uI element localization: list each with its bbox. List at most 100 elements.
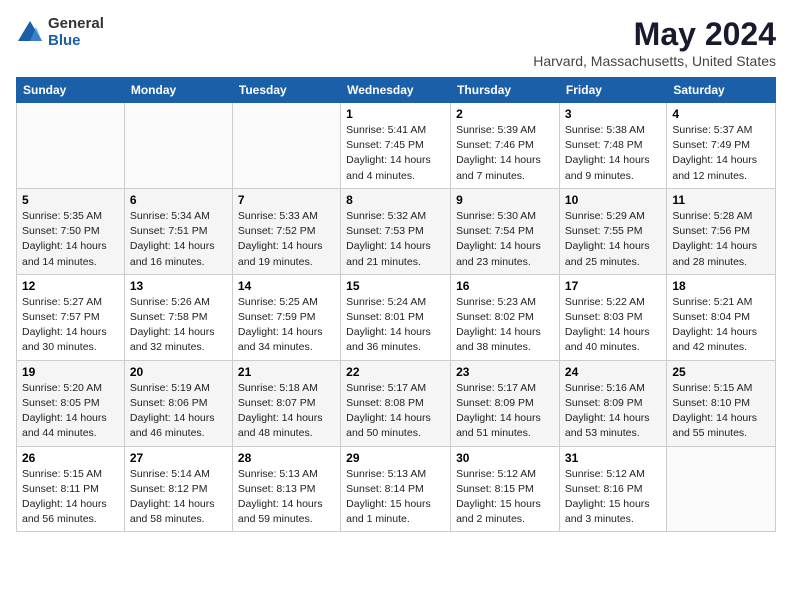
header-cell-tuesday: Tuesday bbox=[232, 78, 340, 103]
day-number: 1 bbox=[346, 107, 445, 121]
day-info: Sunrise: 5:23 AM Sunset: 8:02 PM Dayligh… bbox=[456, 295, 554, 356]
calendar-cell: 11 Sunrise: 5:28 AM Sunset: 7:56 PM Dayli… bbox=[667, 188, 776, 274]
day-number: 19 bbox=[22, 365, 119, 379]
calendar-cell: 26 Sunrise: 5:15 AM Sunset: 8:11 PM Dayli… bbox=[17, 446, 125, 532]
day-number: 24 bbox=[565, 365, 661, 379]
calendar-body: 1Sunrise: 5:41 AM Sunset: 7:45 PM Daylig… bbox=[17, 103, 776, 532]
day-info: Sunrise: 5:12 AM Sunset: 8:16 PM Dayligh… bbox=[565, 467, 661, 528]
day-info: Sunrise: 5:17 AM Sunset: 8:08 PM Dayligh… bbox=[346, 381, 445, 442]
logo-text: General Blue bbox=[48, 16, 104, 49]
day-number: 8 bbox=[346, 193, 445, 207]
day-number: 14 bbox=[238, 279, 335, 293]
day-info: Sunrise: 5:20 AM Sunset: 8:05 PM Dayligh… bbox=[22, 381, 119, 442]
calendar-cell bbox=[124, 103, 232, 189]
header-cell-thursday: Thursday bbox=[451, 78, 560, 103]
header-cell-saturday: Saturday bbox=[667, 78, 776, 103]
calendar-cell: 21Sunrise: 5:18 AM Sunset: 8:07 PM Dayli… bbox=[232, 360, 340, 446]
calendar-cell bbox=[667, 446, 776, 532]
calendar-cell: 9Sunrise: 5:30 AM Sunset: 7:54 PM Daylig… bbox=[451, 188, 560, 274]
calendar-cell: 17 Sunrise: 5:22 AM Sunset: 8:03 PM Dayli… bbox=[559, 274, 666, 360]
title-area: May 2024 Harvard, Massachusetts, United … bbox=[533, 16, 776, 69]
calendar-cell: 27 Sunrise: 5:14 AM Sunset: 8:12 PM Dayli… bbox=[124, 446, 232, 532]
header-row: SundayMondayTuesdayWednesdayThursdayFrid… bbox=[17, 78, 776, 103]
calendar-cell: 23 Sunrise: 5:17 AM Sunset: 8:09 PM Dayli… bbox=[451, 360, 560, 446]
day-number: 15 bbox=[346, 279, 445, 293]
calendar-cell: 29 Sunrise: 5:13 AM Sunset: 8:14 PM Dayli… bbox=[341, 446, 451, 532]
calendar-cell: 15 Sunrise: 5:24 AM Sunset: 8:01 PM Dayli… bbox=[341, 274, 451, 360]
calendar-cell: 25 Sunrise: 5:15 AM Sunset: 8:10 PM Dayli… bbox=[667, 360, 776, 446]
day-info: Sunrise: 5:16 AM Sunset: 8:09 PM Dayligh… bbox=[565, 381, 661, 442]
day-info: Sunrise: 5:39 AM Sunset: 7:46 PM Dayligh… bbox=[456, 123, 554, 184]
day-info: Sunrise: 5:13 AM Sunset: 8:14 PM Dayligh… bbox=[346, 467, 445, 528]
calendar-title: May 2024 bbox=[533, 16, 776, 53]
day-info: Sunrise: 5:14 AM Sunset: 8:12 PM Dayligh… bbox=[130, 467, 227, 528]
day-number: 17 bbox=[565, 279, 661, 293]
day-number: 13 bbox=[130, 279, 227, 293]
day-info: Sunrise: 5:28 AM Sunset: 7:56 PM Dayligh… bbox=[672, 209, 770, 270]
calendar-cell: 14 Sunrise: 5:25 AM Sunset: 7:59 PM Dayli… bbox=[232, 274, 340, 360]
day-info: Sunrise: 5:29 AM Sunset: 7:55 PM Dayligh… bbox=[565, 209, 661, 270]
header-cell-sunday: Sunday bbox=[17, 78, 125, 103]
day-number: 5 bbox=[22, 193, 119, 207]
day-number: 3 bbox=[565, 107, 661, 121]
day-number: 31 bbox=[565, 451, 661, 465]
day-info: Sunrise: 5:33 AM Sunset: 7:52 PM Dayligh… bbox=[238, 209, 335, 270]
calendar-cell: 7 Sunrise: 5:33 AM Sunset: 7:52 PM Daylig… bbox=[232, 188, 340, 274]
day-info: Sunrise: 5:19 AM Sunset: 8:06 PM Dayligh… bbox=[130, 381, 227, 442]
day-info: Sunrise: 5:15 AM Sunset: 8:10 PM Dayligh… bbox=[672, 381, 770, 442]
day-number: 18 bbox=[672, 279, 770, 293]
calendar-cell: 6 Sunrise: 5:34 AM Sunset: 7:51 PM Daylig… bbox=[124, 188, 232, 274]
day-number: 11 bbox=[672, 193, 770, 207]
day-number: 21 bbox=[238, 365, 335, 379]
calendar-cell: 12 Sunrise: 5:27 AM Sunset: 7:57 PM Dayli… bbox=[17, 274, 125, 360]
week-row: 12 Sunrise: 5:27 AM Sunset: 7:57 PM Dayli… bbox=[17, 274, 776, 360]
day-number: 6 bbox=[130, 193, 227, 207]
day-info: Sunrise: 5:15 AM Sunset: 8:11 PM Dayligh… bbox=[22, 467, 119, 528]
day-number: 7 bbox=[238, 193, 335, 207]
day-number: 28 bbox=[238, 451, 335, 465]
calendar-cell: 10Sunrise: 5:29 AM Sunset: 7:55 PM Dayli… bbox=[559, 188, 666, 274]
day-info: Sunrise: 5:34 AM Sunset: 7:51 PM Dayligh… bbox=[130, 209, 227, 270]
day-info: Sunrise: 5:12 AM Sunset: 8:15 PM Dayligh… bbox=[456, 467, 554, 528]
day-number: 9 bbox=[456, 193, 554, 207]
calendar-header: SundayMondayTuesdayWednesdayThursdayFrid… bbox=[17, 78, 776, 103]
header-cell-friday: Friday bbox=[559, 78, 666, 103]
day-info: Sunrise: 5:32 AM Sunset: 7:53 PM Dayligh… bbox=[346, 209, 445, 270]
day-info: Sunrise: 5:27 AM Sunset: 7:57 PM Dayligh… bbox=[22, 295, 119, 356]
day-info: Sunrise: 5:38 AM Sunset: 7:48 PM Dayligh… bbox=[565, 123, 661, 184]
week-row: 1Sunrise: 5:41 AM Sunset: 7:45 PM Daylig… bbox=[17, 103, 776, 189]
calendar-cell: 1Sunrise: 5:41 AM Sunset: 7:45 PM Daylig… bbox=[341, 103, 451, 189]
week-row: 19 Sunrise: 5:20 AM Sunset: 8:05 PM Dayli… bbox=[17, 360, 776, 446]
day-info: Sunrise: 5:21 AM Sunset: 8:04 PM Dayligh… bbox=[672, 295, 770, 356]
calendar-table: SundayMondayTuesdayWednesdayThursdayFrid… bbox=[16, 77, 776, 532]
calendar-cell: 30 Sunrise: 5:12 AM Sunset: 8:15 PM Dayli… bbox=[451, 446, 560, 532]
calendar-cell: 19 Sunrise: 5:20 AM Sunset: 8:05 PM Dayli… bbox=[17, 360, 125, 446]
calendar-cell: 2 Sunrise: 5:39 AM Sunset: 7:46 PM Daylig… bbox=[451, 103, 560, 189]
calendar-cell: 20Sunrise: 5:19 AM Sunset: 8:06 PM Dayli… bbox=[124, 360, 232, 446]
day-number: 27 bbox=[130, 451, 227, 465]
day-info: Sunrise: 5:37 AM Sunset: 7:49 PM Dayligh… bbox=[672, 123, 770, 184]
day-info: Sunrise: 5:22 AM Sunset: 8:03 PM Dayligh… bbox=[565, 295, 661, 356]
day-number: 2 bbox=[456, 107, 554, 121]
day-number: 29 bbox=[346, 451, 445, 465]
week-row: 26 Sunrise: 5:15 AM Sunset: 8:11 PM Dayli… bbox=[17, 446, 776, 532]
day-info: Sunrise: 5:17 AM Sunset: 8:09 PM Dayligh… bbox=[456, 381, 554, 442]
day-number: 30 bbox=[456, 451, 554, 465]
day-number: 12 bbox=[22, 279, 119, 293]
logo-blue: Blue bbox=[48, 33, 104, 50]
day-number: 16 bbox=[456, 279, 554, 293]
calendar-cell: 22Sunrise: 5:17 AM Sunset: 8:08 PM Dayli… bbox=[341, 360, 451, 446]
calendar-subtitle: Harvard, Massachusetts, United States bbox=[533, 53, 776, 69]
calendar-cell bbox=[232, 103, 340, 189]
day-number: 23 bbox=[456, 365, 554, 379]
day-info: Sunrise: 5:13 AM Sunset: 8:13 PM Dayligh… bbox=[238, 467, 335, 528]
day-info: Sunrise: 5:25 AM Sunset: 7:59 PM Dayligh… bbox=[238, 295, 335, 356]
week-row: 5Sunrise: 5:35 AM Sunset: 7:50 PM Daylig… bbox=[17, 188, 776, 274]
day-info: Sunrise: 5:24 AM Sunset: 8:01 PM Dayligh… bbox=[346, 295, 445, 356]
day-number: 25 bbox=[672, 365, 770, 379]
day-info: Sunrise: 5:26 AM Sunset: 7:58 PM Dayligh… bbox=[130, 295, 227, 356]
day-number: 26 bbox=[22, 451, 119, 465]
calendar-cell: 5Sunrise: 5:35 AM Sunset: 7:50 PM Daylig… bbox=[17, 188, 125, 274]
calendar-cell: 8 Sunrise: 5:32 AM Sunset: 7:53 PM Daylig… bbox=[341, 188, 451, 274]
calendar-cell: 28 Sunrise: 5:13 AM Sunset: 8:13 PM Dayli… bbox=[232, 446, 340, 532]
